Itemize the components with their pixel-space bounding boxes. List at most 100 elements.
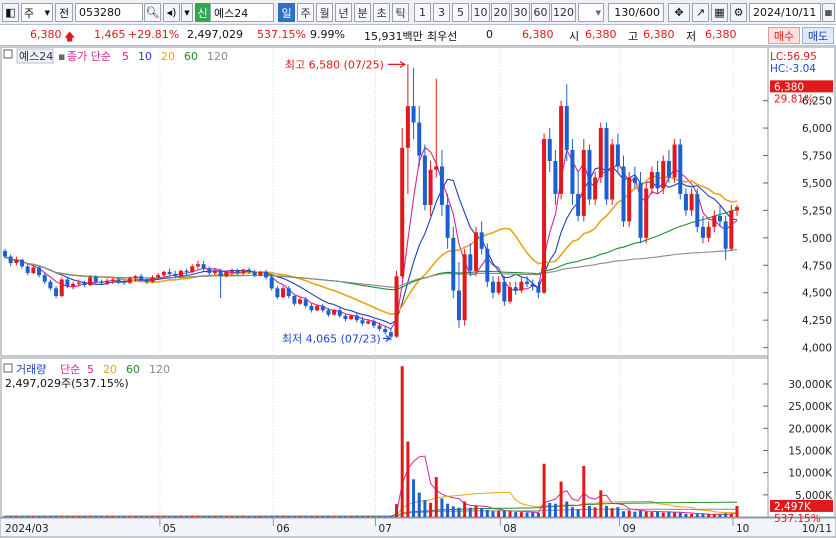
trade-amount: 15,931백만 bbox=[364, 30, 423, 43]
volume-bar bbox=[514, 512, 518, 517]
candle-body bbox=[689, 193, 694, 211]
volume-bar bbox=[241, 516, 245, 518]
candle-body bbox=[76, 282, 81, 284]
volume-bar bbox=[565, 501, 569, 517]
candle-body bbox=[581, 150, 586, 216]
candle-body bbox=[320, 305, 325, 311]
volume-bar bbox=[667, 511, 671, 517]
date-field[interactable]: 2024/10/11 bbox=[749, 3, 821, 22]
custom-period-select[interactable]: ▼ bbox=[578, 3, 604, 22]
volume-percent: 537.15% bbox=[257, 28, 306, 41]
period-second-button[interactable]: 초 bbox=[373, 3, 390, 22]
volume-bar bbox=[400, 366, 404, 517]
minute-20-button[interactable]: 20 bbox=[491, 3, 510, 22]
period-day-button[interactable]: 일 bbox=[278, 3, 295, 22]
volume-bar bbox=[270, 516, 274, 518]
price-info-bar: 6,380 🡅 1,465 +29.81% 2,497,029 537.15% … bbox=[0, 25, 836, 46]
price-legend-close-icon[interactable]: ▪ bbox=[58, 50, 65, 63]
x-axis-bar bbox=[0, 517, 836, 538]
minute-5-button[interactable]: 5 bbox=[452, 3, 469, 22]
minute-120-button[interactable]: 120 bbox=[551, 3, 576, 22]
volume-bar bbox=[99, 516, 103, 518]
candle-body bbox=[644, 188, 649, 238]
market-select[interactable]: 주 ▼ bbox=[21, 3, 53, 22]
minute-60-button[interactable]: 60 bbox=[531, 3, 550, 22]
low-label: 저 bbox=[686, 30, 697, 43]
volume: 2,497,029 bbox=[187, 28, 243, 41]
volume-bar bbox=[576, 509, 580, 517]
volume-bar bbox=[190, 516, 194, 518]
volume-bar bbox=[31, 516, 35, 518]
chart-tool-icon[interactable]: ↗ bbox=[692, 3, 709, 22]
candle-body bbox=[371, 321, 376, 326]
volume-bar bbox=[491, 511, 495, 517]
candle-body bbox=[332, 310, 337, 315]
x-axis-label: 07 bbox=[379, 523, 392, 535]
volume-bar bbox=[604, 505, 608, 517]
period-tick-button[interactable]: 틱 bbox=[392, 3, 409, 22]
search-icon[interactable]: 🔍︎ bbox=[144, 3, 161, 22]
volume-legend-item: 120 bbox=[149, 363, 170, 376]
volume-bar bbox=[485, 509, 489, 517]
stock-code-input[interactable]: 053280 bbox=[75, 3, 143, 22]
period-week-button[interactable]: 주 bbox=[297, 3, 314, 22]
hc-label: HC:-3.04 bbox=[770, 63, 816, 75]
candle-body bbox=[627, 177, 632, 222]
candle-body bbox=[542, 139, 547, 293]
volume-bar bbox=[309, 516, 313, 518]
volume-bar bbox=[281, 516, 285, 518]
volume-bar bbox=[321, 516, 325, 518]
minute-3-button[interactable]: 3 bbox=[433, 3, 450, 22]
volume-bar bbox=[440, 498, 444, 517]
chevron-down-icon[interactable]: ▼ bbox=[181, 3, 193, 22]
calendar-icon[interactable]: ▦ bbox=[822, 3, 835, 22]
volume-readout: 2,497,029주(537.15%) bbox=[5, 377, 129, 390]
volume-bar bbox=[434, 477, 438, 517]
minute-30-button[interactable]: 30 bbox=[511, 3, 530, 22]
volume-bar bbox=[531, 512, 535, 517]
volume-bar bbox=[139, 516, 143, 518]
jeon-button[interactable]: 전 bbox=[55, 3, 73, 22]
candle-body bbox=[298, 299, 303, 304]
candle-body bbox=[638, 182, 643, 238]
period-month-button[interactable]: 월 bbox=[316, 3, 333, 22]
indicator-icon[interactable]: ▦ bbox=[711, 3, 728, 22]
data-count-field[interactable]: 130/600 bbox=[608, 3, 664, 22]
sell-button[interactable]: 매도 bbox=[802, 27, 834, 44]
open-price: 6,380 bbox=[585, 28, 617, 41]
high-price: 6,380 bbox=[643, 28, 675, 41]
gear-icon[interactable]: ⚙ bbox=[730, 3, 747, 22]
candle-body bbox=[247, 269, 251, 272]
candle-body bbox=[366, 321, 371, 324]
volume-bar bbox=[26, 516, 30, 518]
candle-body bbox=[218, 270, 223, 277]
volume-bar bbox=[332, 516, 336, 518]
period-year-button[interactable]: 년 bbox=[335, 3, 352, 22]
volume-bar bbox=[162, 516, 166, 518]
candle-body bbox=[173, 274, 178, 277]
volume-bar bbox=[196, 516, 200, 518]
candle-body bbox=[184, 270, 189, 272]
volume-bar bbox=[122, 516, 126, 518]
candle-body bbox=[508, 287, 513, 302]
volume-bar bbox=[650, 512, 654, 517]
candle-body bbox=[59, 279, 64, 297]
volume-bar bbox=[213, 516, 217, 518]
crosshair-icon[interactable]: ✥ bbox=[668, 3, 690, 22]
window-menu-icon[interactable]: ◧ bbox=[2, 3, 19, 22]
buy-button[interactable]: 매수 bbox=[768, 27, 800, 44]
stock-chart[interactable]: 6,2506,0005,7505,5005,2505,0004,7504,500… bbox=[0, 46, 836, 538]
minute-1-button[interactable]: 1 bbox=[414, 3, 431, 22]
minute-10-button[interactable]: 10 bbox=[471, 3, 490, 22]
period-minute-button[interactable]: 분 bbox=[354, 3, 371, 22]
candle-body bbox=[496, 281, 501, 293]
speaker-icon[interactable]: ◂) bbox=[163, 3, 180, 22]
candle-body bbox=[337, 310, 342, 316]
lc-label: LC:56.95 bbox=[770, 51, 817, 63]
candle-body bbox=[632, 177, 637, 183]
stock-name-field[interactable]: 예스24 bbox=[210, 3, 274, 22]
volume-bar bbox=[378, 516, 382, 518]
candle-body bbox=[264, 271, 269, 278]
price-legend-prefix: 종가 단순 bbox=[67, 50, 111, 63]
volume-bar bbox=[570, 507, 574, 517]
